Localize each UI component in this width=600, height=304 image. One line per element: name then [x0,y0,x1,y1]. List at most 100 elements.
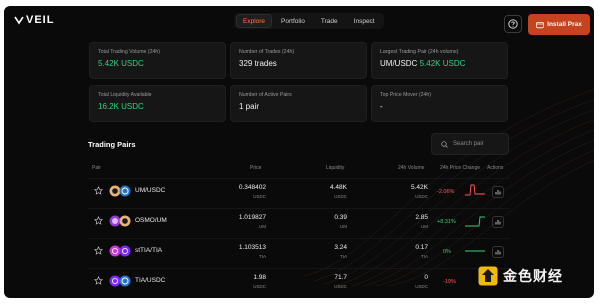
volume-unit: USDC [415,194,428,199]
bar-chart-icon [495,250,501,255]
favorite-star-icon[interactable] [94,186,103,195]
price-unit: USDC [253,194,266,199]
help-circle-icon [508,19,518,29]
tab-portfolio[interactable]: Portfolio [274,14,312,28]
stat-value: 16.2K USDC [98,102,144,111]
stat-label: Number of Active Pairs [239,92,292,98]
liquidity-value: 3.24 [334,244,347,251]
stat-value-pair: UM/USDC [380,59,418,68]
stat-card-top-mover: Top Price Mover (24h) - [371,85,508,122]
pair-chart-button[interactable] [492,246,504,258]
help-button[interactable] [504,15,522,33]
price-value: 1.019827 [238,214,266,221]
tab-inspect[interactable]: Inspect [347,14,382,28]
column-header-price-change: 24h Price Change [440,165,481,171]
row-divider [88,178,510,179]
volume-unit: USDC [415,284,428,289]
price-unit: TIA [258,254,266,259]
pair-chart-button[interactable] [492,186,504,198]
liquidity-value: 71.7 [334,274,347,281]
stat-value: - [380,102,383,111]
column-header-volume: 24h Volume [398,165,425,171]
stat-value-amount: 5.42K USDC [419,59,466,68]
column-header-liquidity: Liquidity [326,165,345,171]
liquidity-unit: UM [340,224,347,229]
liquidity-unit: USDC [334,284,347,289]
price-change: +8.31% [437,219,456,225]
liquidity-value: 0.39 [334,214,347,221]
um-usdc-token-icons [109,185,131,197]
volume-unit: UM [421,224,428,229]
stat-label: Top Price Mover (24h) [380,92,432,98]
stat-label: Total Liquidity Available [98,92,152,98]
row-divider [88,268,510,269]
sttia-tia-token-icons [109,245,131,257]
trading-pairs-title: Trading Pairs [88,140,136,149]
liquidity-unit: USDC [334,194,347,199]
pair-name[interactable]: TIA/USDC [135,277,165,284]
volume-unit: TIA [420,254,428,259]
jinse-logo-icon [478,266,498,286]
stat-label: Number of Trades (24h) [239,49,295,55]
volume-value: 5.42K [411,184,428,191]
install-prax-label: Install Prax [547,21,582,28]
watermark: 金色财经 [478,266,563,286]
stat-label: Largest Trading Pair (24h volume) [380,49,459,55]
price-change: 0% [443,249,451,255]
liquidity-unit: TIA [339,254,347,259]
search-pair-input[interactable]: Search pair [431,133,509,155]
stat-card-number-of-trades: Number of Trades (24h) 329 trades [230,42,367,79]
favorite-star-icon[interactable] [94,246,103,255]
price-value: 0.348402 [238,184,266,191]
pair-chart-button[interactable] [492,216,504,228]
sparkline-chart [465,184,485,196]
liquidity-value: 4.48K [330,184,347,191]
volume-value: 0 [424,274,428,281]
volume-value: 2.85 [415,214,428,221]
stat-card-largest-pair: Largest Trading Pair (24h volume) UM/USD… [371,42,508,79]
pair-name[interactable]: OSMO/UM [135,217,167,224]
row-divider [88,208,510,209]
veil-logo-icon [14,16,24,25]
brand-logo[interactable]: VEIL [14,14,54,26]
osmo-um-token-icons [109,215,131,227]
bar-chart-icon [495,220,501,225]
install-prax-button[interactable]: Install Prax [528,14,590,35]
stat-value: 1 pair [239,102,260,111]
sparkline-chart [465,216,485,227]
price-value: 1.98 [253,274,266,281]
watermark-text: 金色财经 [503,268,563,284]
stat-card-trading-volume: Total Trading Volume (24h) 5.42K USDC [89,42,226,79]
price-change: -2.06% [437,189,455,195]
stat-value: 329 trades [239,59,277,68]
stat-value: 5.42K USDC [98,59,144,68]
volume-value: 0.17 [415,244,428,251]
stat-value: UM/USDC 5.42K USDC [380,58,499,69]
stat-label: Total Trading Volume (24h) [98,49,160,55]
stat-card-total-liquidity: Total Liquidity Available 16.2K USDC [89,85,226,122]
main-nav: Explore Portfolio Trade Inspect [234,13,384,29]
screenshot-frame: VEIL Explore Portfolio Trade Inspect Ins… [0,0,600,304]
favorite-star-icon[interactable] [94,276,103,285]
wallet-icon [536,21,544,28]
tab-trade[interactable]: Trade [314,14,345,28]
bar-chart-icon [495,190,501,195]
pair-name[interactable]: UM/USDC [135,187,165,194]
tia-usdc-token-icons [109,275,131,287]
brand-name: VEIL [26,14,55,26]
price-unit: UM [259,224,266,229]
row-divider [88,238,510,239]
app-window: VEIL Explore Portfolio Trade Inspect Ins… [4,6,594,298]
tab-explore[interactable]: Explore [236,14,273,28]
pair-name[interactable]: stTIA/TIA [135,247,162,254]
price-change: -19% [443,279,456,285]
column-header-pair: Pair [92,165,101,171]
column-header-price: Price [250,165,262,171]
price-unit: USDC [253,284,266,289]
price-value: 1.103513 [238,244,266,251]
column-header-actions: Actions [487,165,504,171]
stat-card-active-pairs: Number of Active Pairs 1 pair [230,85,367,122]
search-icon [441,140,448,148]
favorite-star-icon[interactable] [94,216,103,225]
sparkline-chart [465,250,485,252]
